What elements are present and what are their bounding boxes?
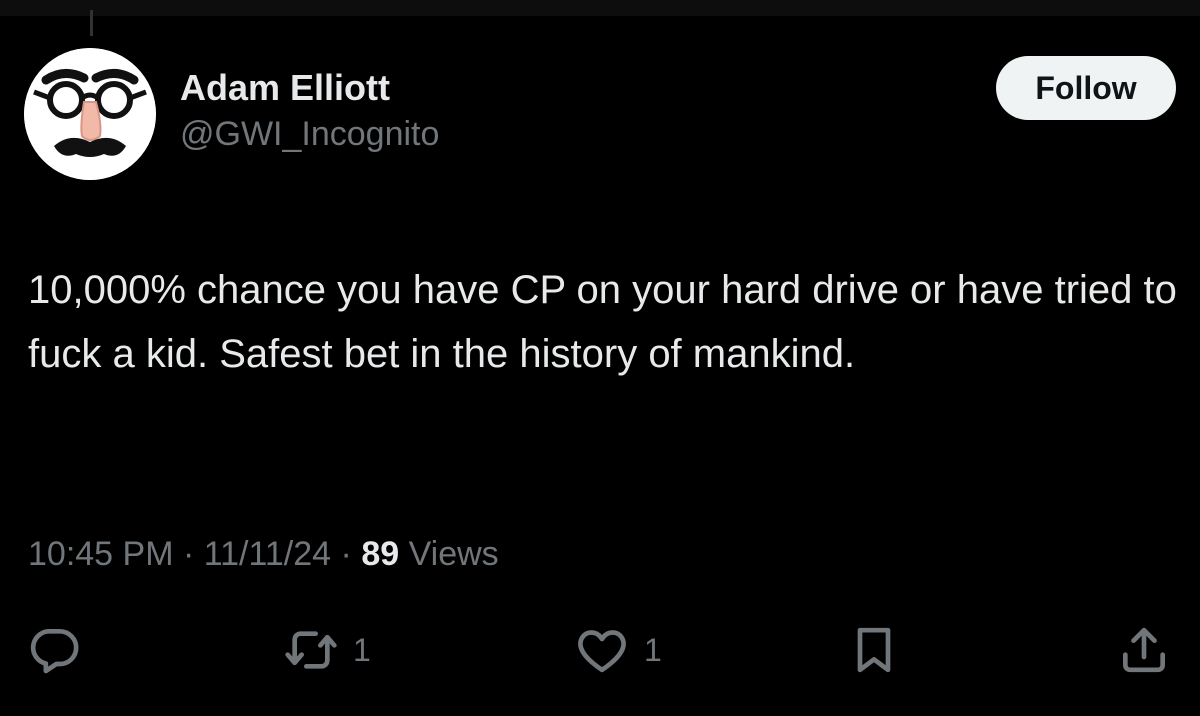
tweet-meta: 10:45 PM · 11/11/24 · 89 Views bbox=[28, 530, 499, 578]
groucho-glasses-disguise-icon bbox=[24, 48, 156, 180]
retweet-icon bbox=[285, 631, 337, 669]
action-bar: 1 1 bbox=[0, 620, 1200, 680]
handle[interactable]: @GWI_Incognito bbox=[180, 112, 439, 156]
bookmark-icon bbox=[857, 627, 891, 673]
views-count: 89 bbox=[361, 535, 400, 573]
share-button[interactable] bbox=[1116, 620, 1172, 680]
display-name[interactable]: Adam Elliott bbox=[180, 66, 439, 110]
tweet-header: Adam Elliott @GWI_Incognito Follow bbox=[24, 48, 1176, 184]
author-names: Adam Elliott @GWI_Incognito bbox=[180, 66, 439, 156]
like-count: 1 bbox=[644, 631, 662, 668]
avatar[interactable] bbox=[24, 48, 156, 180]
reply-bubble-icon bbox=[30, 629, 79, 674]
views-label: Views bbox=[408, 535, 499, 573]
retweet-button[interactable]: 1 bbox=[283, 620, 371, 680]
heart-icon bbox=[578, 630, 626, 673]
bookmark-button[interactable] bbox=[846, 620, 902, 680]
top-strip bbox=[0, 0, 1200, 16]
tweet-date[interactable]: 11/11/24 bbox=[204, 535, 331, 573]
thread-line bbox=[90, 10, 93, 36]
like-button[interactable]: 1 bbox=[574, 620, 662, 680]
tweet-time[interactable]: 10:45 PM bbox=[28, 535, 174, 573]
meta-separator: · bbox=[340, 535, 352, 573]
meta-separator: · bbox=[182, 535, 195, 573]
retweet-count: 1 bbox=[353, 631, 371, 668]
tweet-text: 10,000% chance you have CP on your hard … bbox=[28, 268, 1177, 376]
follow-button[interactable]: Follow bbox=[996, 56, 1176, 120]
reply-button[interactable] bbox=[26, 620, 82, 680]
share-icon bbox=[1123, 627, 1165, 673]
